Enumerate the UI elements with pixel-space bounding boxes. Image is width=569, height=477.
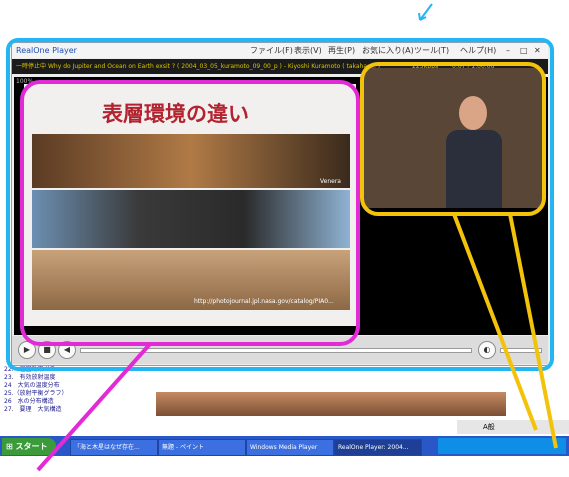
cyan-highlight-box (6, 38, 554, 371)
diagonal-arrow-icon (418, 3, 433, 21)
yellow-highlight-box (360, 62, 546, 216)
yellow-pointer (452, 213, 558, 449)
magenta-pointer (36, 342, 152, 472)
magenta-highlight-box (20, 80, 360, 346)
annotation-overlay (6, 3, 558, 472)
